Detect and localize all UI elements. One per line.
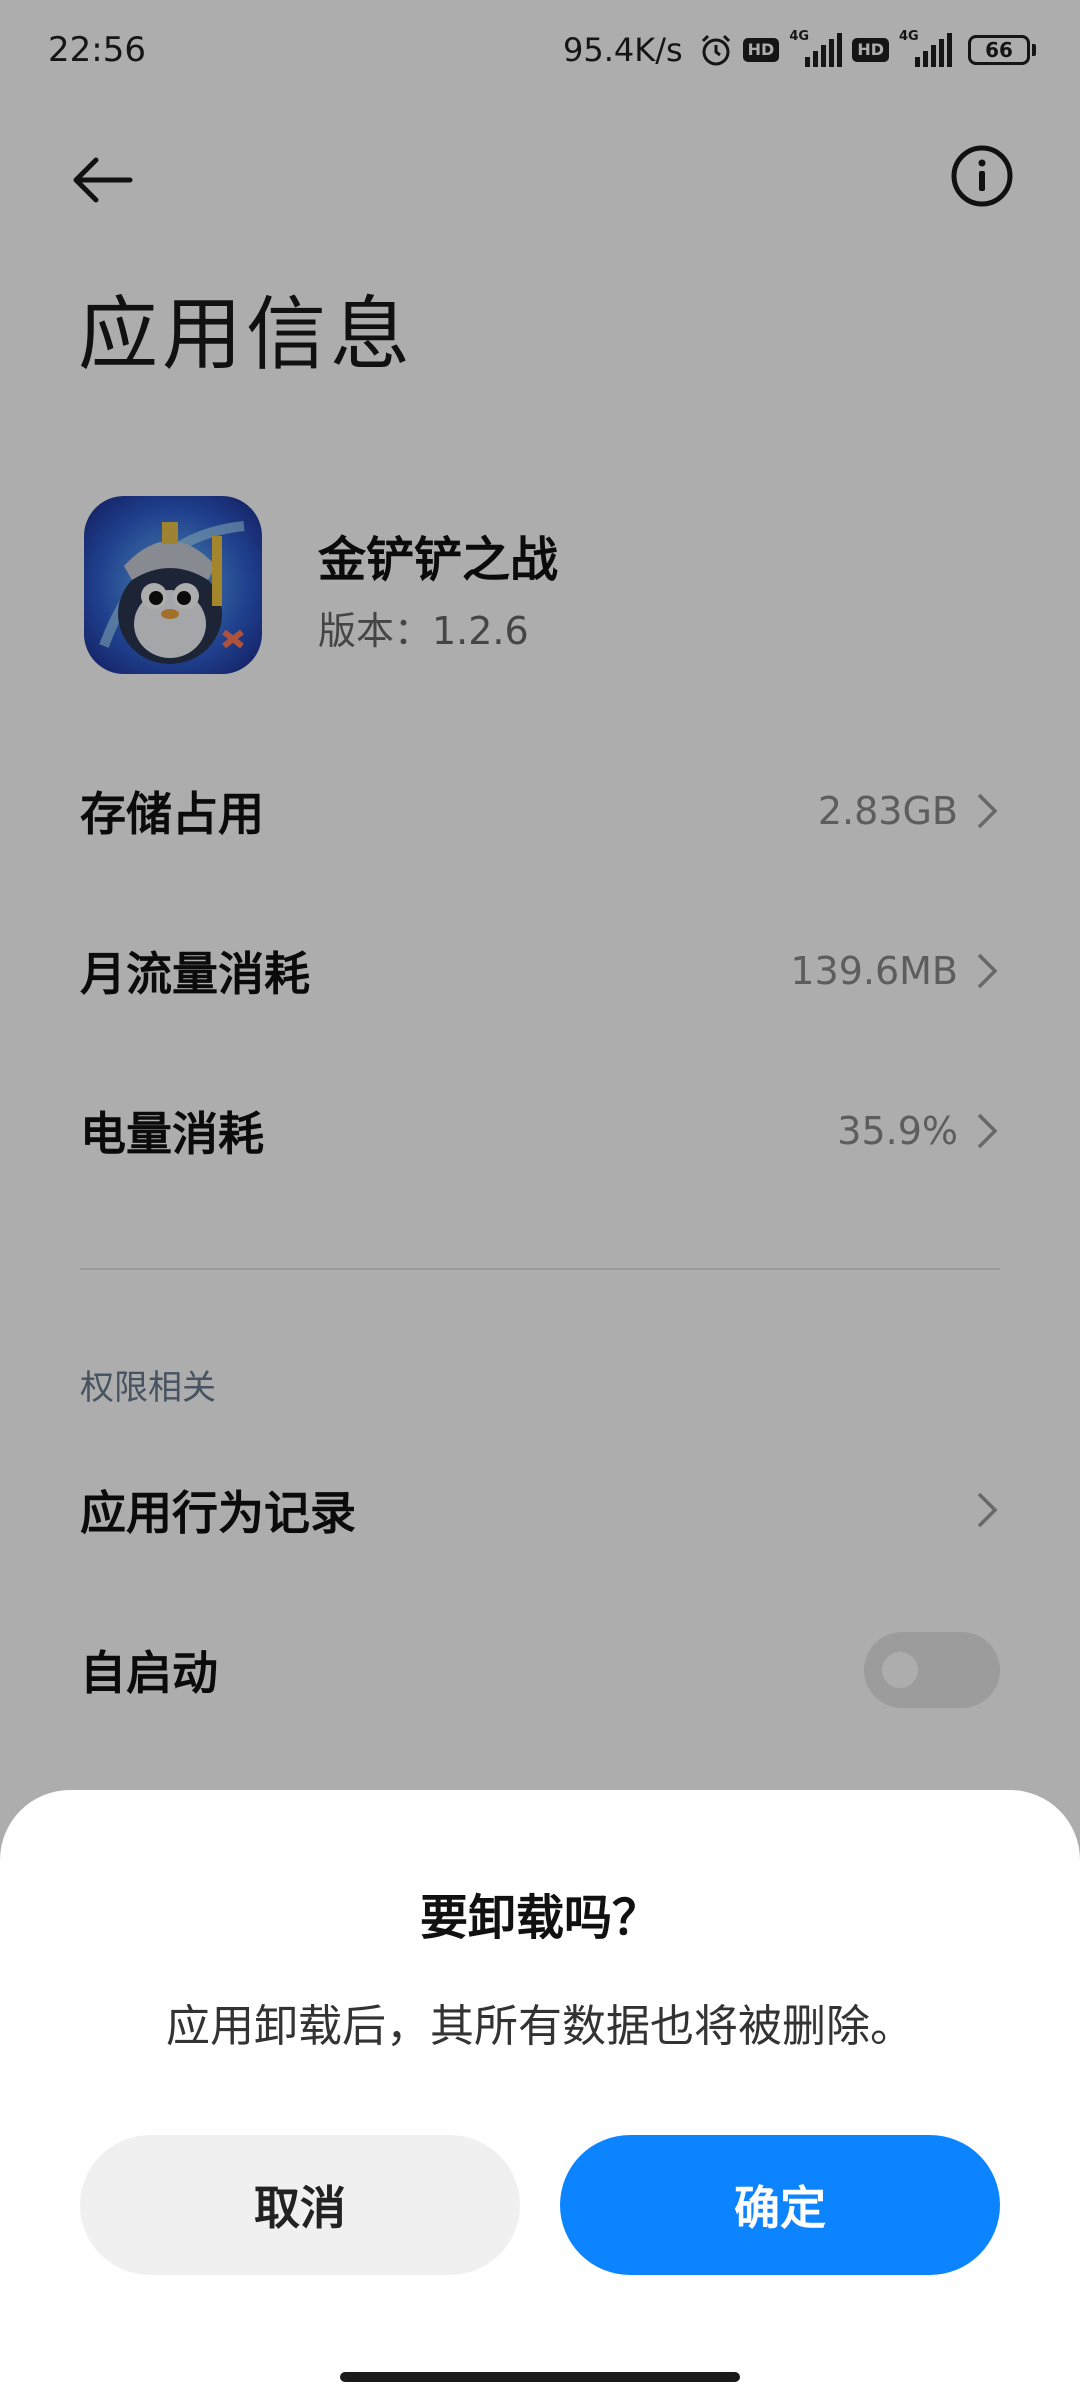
- uninstall-dialog: 要卸载吗？ 应用卸载后，其所有数据也将被删除。 取消 确定: [0, 1790, 1080, 2400]
- confirm-button[interactable]: 确定: [560, 2135, 1000, 2275]
- dialog-message: 应用卸载后，其所有数据也将被删除。: [166, 2001, 914, 2052]
- cancel-button[interactable]: 取消: [80, 2135, 520, 2275]
- home-indicator[interactable]: [340, 2372, 740, 2382]
- app-info-screen: 22:56 95.4K/s HD 4G HD 4G 66 应用信息 金铲铲之战 …: [0, 0, 1080, 2400]
- dialog-title: 要卸载吗？: [419, 1890, 660, 1946]
